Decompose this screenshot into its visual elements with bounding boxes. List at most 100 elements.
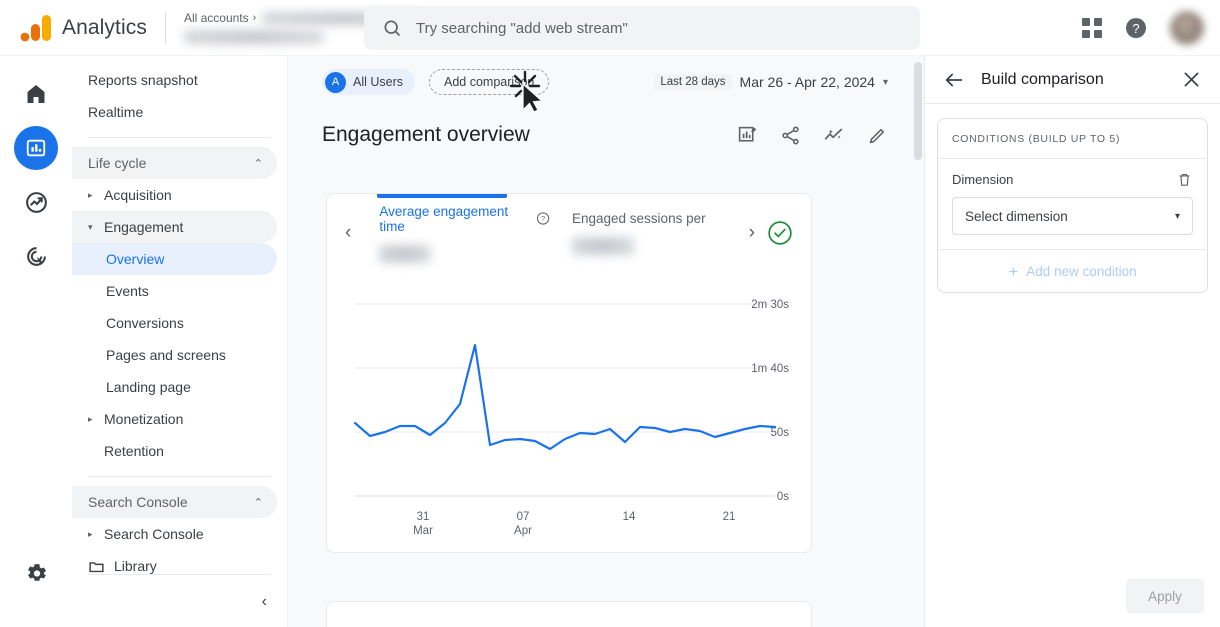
nav-item-acquisition[interactable]: ▸ Acquisition [72, 179, 277, 211]
engagement-time-line-chart[interactable]: 2m 30s 1m 40s 50s 0s 31 Mar 07 Apr 14 21 [327, 280, 812, 553]
nav-label: Reports snapshot [88, 72, 198, 88]
nav-item-pages-and-screens[interactable]: Pages and screens [72, 339, 277, 371]
analytics-logo-icon [20, 14, 51, 41]
close-icon[interactable] [1181, 69, 1202, 90]
dimension-label-row: Dimension [952, 171, 1193, 188]
nav-item-realtime[interactable]: Realtime [72, 96, 277, 128]
chart-gridlines [355, 303, 775, 497]
comparison-chip-all-users[interactable]: A All Users [322, 69, 416, 95]
main-scrollbar[interactable] [914, 62, 922, 160]
apply-button[interactable]: Apply [1126, 579, 1204, 613]
apps-grid-icon[interactable] [1082, 18, 1102, 38]
property-name-redacted [183, 30, 324, 44]
x-tick-day: 21 [723, 511, 736, 523]
x-tick-day: 07 [517, 511, 530, 523]
metric-value-redacted [379, 244, 432, 263]
avatar[interactable] [1170, 11, 1204, 45]
chevron-down-icon: ▾ [1174, 210, 1180, 222]
metric-average-engagement-time[interactable]: Average engagement time ? [357, 204, 550, 263]
collapse-nav-button[interactable]: ‹ [262, 593, 267, 611]
nav-item-landing-page[interactable]: Landing page [72, 371, 277, 403]
date-range-badge: Last 28 days [654, 74, 732, 90]
metric-carousel: ‹ Average engagement time ? Engaged sess… [327, 194, 811, 272]
carousel-next-button[interactable]: › [743, 222, 761, 244]
insights-icon[interactable] [823, 124, 845, 146]
help-icon[interactable]: ? [1124, 16, 1148, 40]
page-header: Engagement overview [288, 110, 924, 160]
dimension-select[interactable]: Select dimension ▾ [952, 197, 1193, 235]
green-check-circle-icon[interactable] [767, 220, 793, 246]
analytics-app: Analytics All accounts › ? [0, 0, 1220, 627]
panel-body: CONDITIONS (BUILD UP TO 5) Dimension Sel… [925, 104, 1220, 307]
nav-label: Landing page [106, 379, 191, 395]
comparison-row: A All Users Add comparison Last 28 days … [288, 56, 924, 108]
add-new-condition-label: Add new condition [1026, 263, 1137, 279]
search-bar[interactable] [364, 6, 920, 50]
chevron-right-icon: ▸ [88, 189, 93, 200]
y-tick-label: 0s [777, 491, 789, 503]
brand-name: Analytics [62, 15, 147, 39]
divider [164, 12, 166, 43]
add-comparison-label: Add comparison [444, 75, 535, 89]
conditions-card: CONDITIONS (BUILD UP TO 5) Dimension Sel… [937, 118, 1208, 293]
panel-title: Build comparison [981, 70, 1104, 88]
date-range-text: Mar 26 - Apr 22, 2024 [739, 74, 875, 90]
add-new-condition-button[interactable]: + Add new condition [938, 250, 1207, 292]
nav-item-reports-snapshot[interactable]: Reports snapshot [72, 64, 277, 96]
back-arrow-icon[interactable] [943, 69, 965, 91]
rail-item-admin[interactable] [14, 551, 58, 595]
panel-header: Build comparison [925, 56, 1220, 104]
nav-item-overview[interactable]: Overview [72, 243, 277, 275]
rail-item-reports[interactable] [14, 126, 58, 170]
nav-label: Library [114, 558, 157, 574]
dimension-label: Dimension [952, 172, 1014, 187]
help-circle-icon[interactable]: ? [536, 211, 550, 226]
chevron-right-icon: ▸ [88, 528, 93, 539]
all-accounts-label: All accounts [183, 11, 249, 25]
build-comparison-panel: Build comparison CONDITIONS (BUILD UP TO… [924, 56, 1220, 627]
divider [88, 476, 271, 477]
nav-item-events[interactable]: Events [72, 275, 277, 307]
chevron-right-icon: ▸ [88, 413, 93, 424]
rail-item-explore[interactable] [14, 180, 58, 224]
icon-rail [0, 56, 72, 627]
chart-line-series [353, 343, 777, 451]
plus-icon: + [1008, 261, 1019, 281]
search-input[interactable] [416, 19, 920, 37]
nav-item-library[interactable]: Library [72, 550, 277, 582]
home-icon [27, 85, 45, 103]
svg-text:?: ? [1132, 21, 1139, 36]
metric-header: Engaged sessions per [572, 211, 743, 226]
nav-section-life-cycle[interactable]: Life cycle ⌃ [72, 147, 277, 179]
dimension-select-value: Select dimension [965, 208, 1068, 224]
edit-pencil-icon[interactable] [867, 125, 888, 146]
gear-icon [27, 563, 46, 581]
nav-section-label: Life cycle [88, 155, 147, 171]
metric-engaged-sessions-per[interactable]: Engaged sessions per [550, 211, 743, 255]
y-tick-label: 50s [770, 427, 789, 439]
nav-section-search-console[interactable]: Search Console ⌃ [72, 486, 277, 518]
nav-item-engagement[interactable]: ▾ Engagement [72, 211, 277, 243]
carousel-prev-button[interactable]: ‹ [339, 222, 357, 244]
add-comparison-button[interactable]: Add comparison [429, 69, 550, 95]
nav-label: Monetization [104, 411, 184, 427]
nav-item-conversions[interactable]: Conversions [72, 307, 277, 339]
trash-icon[interactable] [1176, 171, 1193, 188]
date-range-selector[interactable]: Last 28 days Mar 26 - Apr 22, 2024 ▾ [654, 74, 888, 90]
advertising-target-icon [26, 246, 46, 266]
nav-label: Pages and screens [106, 347, 226, 363]
page-title: Engagement overview [322, 123, 530, 146]
engagement-metric-card: ‹ Average engagement time ? Engaged sess… [326, 193, 812, 553]
nav-label: Engagement [104, 219, 184, 235]
nav-item-retention[interactable]: Retention [72, 435, 277, 467]
customize-report-icon[interactable] [737, 125, 758, 146]
nav-item-search-console[interactable]: ▸ Search Console [72, 518, 277, 550]
reports-bar-chart-icon [26, 139, 46, 157]
rail-item-advertising[interactable] [14, 234, 58, 278]
nav-item-monetization[interactable]: ▸ Monetization [72, 403, 277, 435]
share-icon[interactable] [780, 125, 801, 146]
x-tick-month: Mar [413, 525, 433, 537]
nav-section-label: Search Console [88, 494, 188, 510]
rail-item-home[interactable] [14, 72, 58, 116]
page-actions [737, 124, 888, 146]
